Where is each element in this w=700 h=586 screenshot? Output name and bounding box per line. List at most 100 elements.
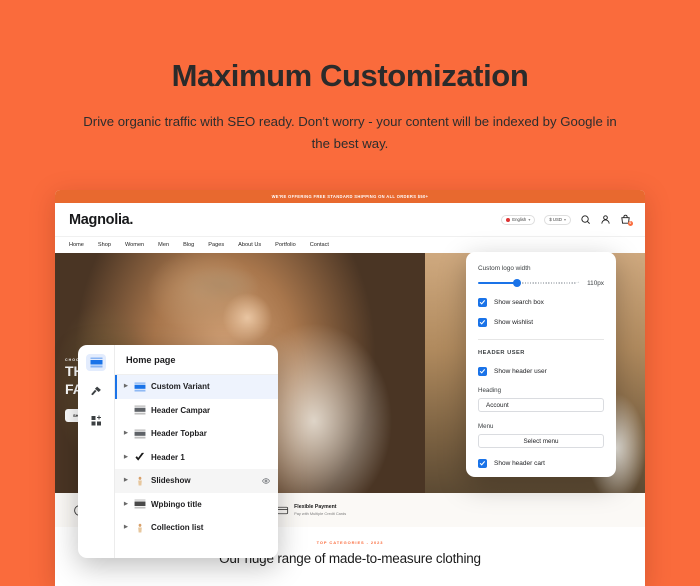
header-user-section-title: HEADER USER (478, 350, 604, 356)
show-header-user-row[interactable]: Show header user (478, 367, 604, 376)
nav-item-home[interactable]: Home (69, 242, 84, 248)
slider-end-marker: → (575, 280, 580, 285)
show-wishlist-row[interactable]: Show wishlist (478, 318, 604, 327)
paint-roller-glyph-icon (89, 385, 103, 398)
show-header-cart-label: Show header cart (494, 460, 545, 467)
layer-label: Header Topbar (151, 429, 207, 438)
nav-item-pages[interactable]: Pages (208, 242, 224, 248)
announcement-bar: WE'RE OFFERING FREE STANDARD SHIPPING ON… (55, 190, 645, 203)
layers-panel-title: Home page (115, 345, 278, 375)
checkbox-checked-icon[interactable] (478, 367, 487, 376)
nav-item-men[interactable]: Men (158, 242, 169, 248)
layer-item-wpbingo-title[interactable]: ▶ Wpbingo title (115, 493, 278, 517)
site-header: Magnolia. English ▾ $ USD ▾ 0 (55, 203, 645, 236)
logo-width-slider-row: → 110px (478, 279, 604, 287)
layer-item-custom-variant[interactable]: ▶ Custom Variant (115, 375, 278, 399)
check-glyph-icon (479, 319, 486, 326)
add-blocks-glyph-icon (90, 415, 103, 427)
layers-list-body: Home page ▶ Custom Variant ▶ Header Camp… (114, 345, 278, 558)
layer-item-slideshow[interactable]: ▶ Slideshow (115, 469, 278, 493)
nav-item-contact[interactable]: Contact (310, 242, 329, 248)
paint-roller-icon[interactable] (86, 383, 106, 400)
check-glyph-icon (479, 299, 486, 306)
checkbox-checked-icon[interactable] (478, 318, 487, 327)
layer-item-header-campar[interactable]: ▶ Header Campar (115, 399, 278, 423)
text-block-icon (134, 499, 146, 509)
brand-logo[interactable]: Magnolia. (69, 212, 133, 228)
service-title: Flexible Payment (294, 504, 346, 510)
heading-input[interactable]: Account (478, 398, 604, 412)
service-subtitle: Pay with Multiple Credit Cards (294, 511, 346, 516)
checkmark-icon (134, 452, 146, 462)
search-icon[interactable] (580, 214, 591, 225)
chevron-right-icon[interactable]: ▶ (124, 478, 129, 483)
layer-item-collection-list[interactable]: ▶ Collection list (115, 516, 278, 540)
logo-width-value: 110px (587, 280, 604, 287)
layer-item-header-1[interactable]: ▶ Header 1 (115, 446, 278, 470)
nav-item-women[interactable]: Women (125, 242, 144, 248)
show-wishlist-label: Show wishlist (494, 319, 533, 326)
show-header-cart-row[interactable]: Show header cart (478, 459, 604, 468)
eye-icon[interactable] (262, 477, 270, 485)
nav-item-portfolio[interactable]: Portfolio (275, 242, 296, 248)
checkbox-checked-icon[interactable] (478, 459, 487, 468)
slider-track (517, 282, 576, 283)
logo-width-slider[interactable]: → (478, 279, 580, 287)
heading-field-label: Heading (478, 387, 604, 394)
chevron-right-icon[interactable]: ▶ (124, 455, 129, 460)
nav-item-blog[interactable]: Blog (183, 242, 194, 248)
chevron-down-icon: ▾ (528, 217, 530, 222)
flag-icon (506, 218, 510, 222)
chevron-right-icon[interactable]: ▶ (124, 431, 129, 436)
user-icon[interactable] (600, 214, 611, 225)
menu-field-label: Menu (478, 423, 604, 430)
language-selector[interactable]: English ▾ (501, 215, 535, 225)
show-search-box-label: Show search box (494, 299, 544, 306)
layer-label: Collection list (151, 523, 203, 532)
show-search-box-row[interactable]: Show search box (478, 298, 604, 307)
slider-handle[interactable] (513, 279, 521, 287)
layer-label: Slideshow (151, 476, 191, 485)
add-blocks-icon[interactable] (86, 412, 106, 429)
layer-label: Custom Variant (151, 382, 210, 391)
section-gray-icon (134, 405, 146, 415)
section-blue-icon (134, 382, 146, 392)
credit-card-icon (276, 504, 289, 517)
nav-item-about-us[interactable]: About Us (238, 242, 261, 248)
language-label: English (512, 217, 526, 222)
page-title: Maximum Customization (0, 58, 700, 94)
nav-item-shop[interactable]: Shop (98, 242, 111, 248)
currency-label: $ USD (549, 217, 562, 222)
settings-panel: Custom logo width → 110px Show search bo… (466, 252, 616, 477)
chevron-down-icon: ▾ (564, 217, 566, 222)
chevron-right-icon[interactable]: ▶ (124, 502, 129, 507)
slideshow-icon (134, 476, 146, 486)
chevron-right-icon[interactable]: ▶ (124, 525, 129, 530)
site-navigation: Home Shop Women Men Blog Pages About Us … (55, 236, 645, 253)
show-header-user-label: Show header user (494, 368, 547, 375)
layer-label: Header 1 (151, 453, 185, 462)
menu-select-button[interactable]: Select menu (478, 434, 604, 448)
checkbox-checked-icon[interactable] (478, 298, 487, 307)
sections-glyph-icon (90, 357, 103, 368)
layers-rail (78, 345, 114, 558)
settings-divider (478, 339, 604, 340)
cart-count-badge: 0 (628, 221, 633, 226)
cart-button[interactable]: 0 (620, 214, 631, 225)
section-gray-icon (134, 429, 146, 439)
layers-panel: Home page ▶ Custom Variant ▶ Header Camp… (78, 345, 278, 558)
layer-label: Wpbingo title (151, 500, 202, 509)
sections-icon[interactable] (86, 354, 106, 371)
currency-selector[interactable]: $ USD ▾ (544, 215, 571, 225)
layer-item-header-topbar[interactable]: ▶ Header Topbar (115, 422, 278, 446)
collection-icon (134, 523, 146, 533)
service-item-payment: Flexible Payment Pay with Multiple Credi… (276, 504, 346, 517)
slider-fill (478, 282, 517, 284)
check-glyph-icon (479, 368, 486, 375)
check-glyph-icon (479, 460, 486, 467)
logo-width-label: Custom logo width (478, 265, 604, 272)
promo-header: Maximum Customization Drive organic traf… (0, 0, 700, 156)
chevron-right-icon[interactable]: ▶ (124, 384, 129, 389)
layer-label: Header Campar (151, 406, 210, 415)
page-subtitle: Drive organic traffic with SEO ready. Do… (78, 111, 623, 156)
